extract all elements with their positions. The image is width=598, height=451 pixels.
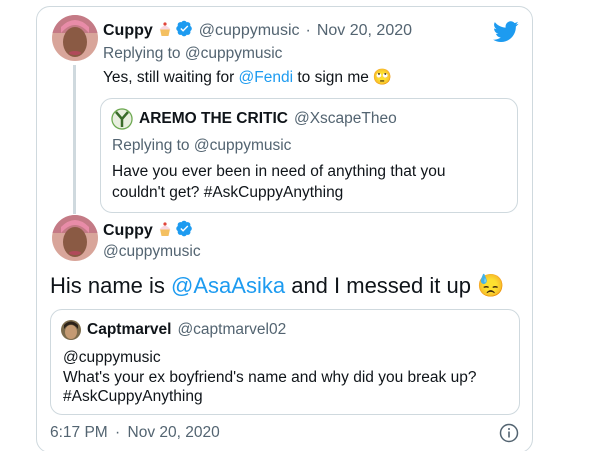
avatar [111, 108, 133, 130]
quoted-text: Have you ever been in need of anything t… [112, 163, 446, 201]
replying-prefix: Replying to [103, 45, 185, 62]
quoted-text-line: #AskCuppyAnything [63, 388, 203, 405]
info-icon[interactable] [499, 423, 519, 448]
separator-dot: · [115, 424, 121, 441]
main-header: Cuppy [103, 220, 193, 242]
cupcake-emoji [157, 21, 173, 42]
main-tweet-text: His name is @AsaAsika and I messed it up… [50, 273, 504, 299]
author-name: Captmarvel [87, 321, 172, 338]
text-after: and I messed it up [285, 273, 471, 298]
parent-header: Cuppy @cuppymusic · Nov 20, 2020 [103, 20, 412, 42]
author-name: AREMO THE CRITIC [139, 110, 288, 127]
twitter-bird-icon[interactable] [493, 21, 519, 48]
parent-tweet-text: Yes, still waiting for @Fendi to sign me… [103, 68, 392, 87]
face-emoji: 🙄 [372, 69, 393, 86]
thread-line [73, 65, 76, 214]
quoted-text: @cuppymusic What's your ex boyfriend's n… [63, 348, 508, 407]
tweet-date: Nov 20, 2020 [127, 424, 220, 441]
tweet-timestamp[interactable]: 6:17 PM · Nov 20, 2020 [50, 424, 220, 442]
verified-badge-icon [176, 220, 193, 242]
quoted-header: AREMO THE CRITIC @XscapeTheo [139, 110, 397, 128]
avatar[interactable] [52, 215, 98, 261]
text-before: His name is [50, 273, 172, 298]
tweet-date[interactable]: Nov 20, 2020 [317, 22, 412, 40]
replying-to: Replying to @cuppymusic [103, 45, 282, 63]
avatar [61, 320, 81, 340]
quoted-header: Captmarvel @captmarvel02 [87, 321, 286, 339]
author-handle[interactable]: @cuppymusic [103, 243, 201, 261]
sweat-face-emoji: 😓 [476, 273, 505, 298]
verified-badge-icon [176, 20, 193, 42]
cupcake-emoji [157, 221, 173, 242]
avatar[interactable] [52, 15, 98, 61]
text-before: Yes, still waiting for [103, 68, 239, 86]
replying-handle: @cuppymusic [193, 137, 292, 154]
tweet-time: 6:17 PM [50, 424, 108, 441]
mention-link[interactable]: @AsaAsika [171, 273, 285, 299]
author-name[interactable]: Cuppy [103, 222, 153, 240]
tweet-card: Cuppy @cuppymusic · Nov 20, 2020 Replyin… [36, 6, 533, 451]
separator-dot: · [305, 22, 311, 39]
mention-link[interactable]: @Fendi [239, 69, 294, 87]
text-after: to sign me [293, 68, 369, 86]
quoted-tweet[interactable]: AREMO THE CRITIC @XscapeTheo Replying to … [100, 98, 518, 213]
replying-to: Replying to @cuppymusic [112, 137, 291, 155]
quoted-text-line: What's your ex boyfriend's name and why … [63, 368, 477, 386]
author-handle: @XscapeTheo [293, 110, 397, 127]
author-handle: @captmarvel02 [177, 321, 287, 338]
quoted-tweet[interactable]: Captmarvel @captmarvel02 @cuppymusic What… [50, 309, 520, 415]
author-name[interactable]: Cuppy [103, 22, 153, 40]
author-handle[interactable]: @cuppymusic [199, 22, 300, 40]
replying-prefix: Replying to [112, 137, 194, 154]
replying-handle[interactable]: @cuppymusic [185, 45, 283, 62]
quoted-text-line: @cuppymusic [63, 349, 161, 366]
